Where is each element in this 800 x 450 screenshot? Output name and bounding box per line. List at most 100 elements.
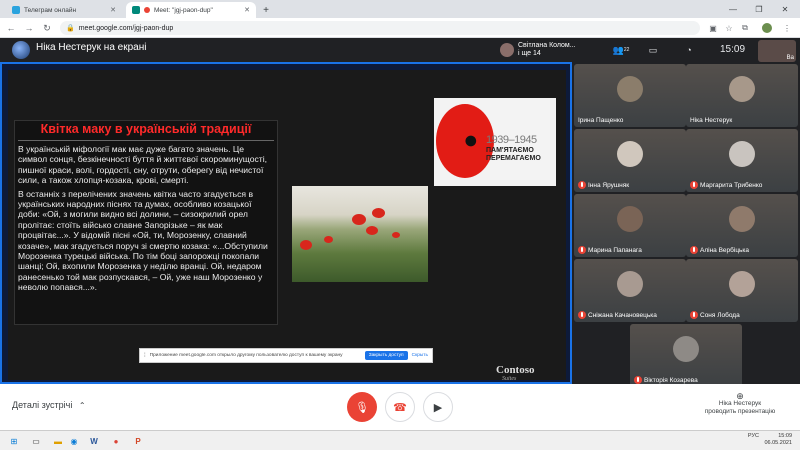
tab-label: Телеграм онлайн (24, 6, 77, 14)
forward-icon[interactable]: → (22, 21, 36, 35)
extensions-icon[interactable]: ⧉ (738, 21, 752, 35)
mic-toggle-button[interactable]: 🎙 (347, 392, 377, 422)
participant-name: Вікторія Козарева (634, 376, 698, 384)
reload-icon[interactable]: ↻ (40, 21, 54, 35)
chrome-icon[interactable]: ● (108, 433, 124, 449)
participant-name: Сніжана Качановецька (578, 311, 657, 319)
avatar (617, 76, 643, 103)
participant-name: Марина Папанага (578, 246, 642, 254)
brand-subtitle: Suites (502, 376, 517, 382)
poster-line: ПЕРЕМАГАЄМО (486, 155, 541, 162)
self-label: Ва (786, 55, 794, 61)
close-window-button[interactable]: ✕ (772, 0, 798, 18)
back-icon[interactable]: ← (4, 21, 18, 35)
mic-muted-icon (690, 246, 698, 254)
slide-body: В українській міфології мак має дуже баг… (18, 144, 274, 296)
mic-muted-icon (578, 181, 586, 189)
minimize-button[interactable]: — (720, 0, 746, 18)
presenter-status: проводить презентацію (704, 408, 776, 415)
bookmark-star-icon[interactable]: ☆ (722, 21, 736, 35)
mic-muted-icon (634, 376, 642, 384)
participant-tile[interactable]: Марина Папанага (574, 194, 686, 257)
camera-icon[interactable]: ▣ (706, 21, 720, 35)
mic-muted-icon (578, 311, 586, 319)
url-field[interactable]: 🔒 meet.google.com/jgj-paon-dup (60, 21, 700, 35)
participant-tile[interactable]: Соня Лобода (686, 259, 798, 322)
close-tab-icon[interactable]: ✕ (110, 6, 116, 14)
meeting-clock: 15:09 (720, 44, 746, 55)
meeting-details-label: Деталі зустрічі (12, 400, 73, 410)
meet-logo-icon (12, 41, 30, 59)
camera-toggle-button[interactable]: ▶ (423, 392, 453, 422)
presenter-info[interactable]: ⊕ Ніка Нестерук проводить презентацію (690, 392, 790, 416)
file-explorer-icon[interactable]: ▬ (50, 433, 66, 449)
poppy-field-photo (292, 186, 428, 282)
avatar (500, 43, 514, 57)
poster-years: 1939–1945 (486, 134, 537, 146)
avatar (729, 271, 755, 298)
participant-count: і ще 14 (518, 50, 541, 57)
participant-name: Соня Лобода (690, 311, 740, 319)
poster-line: ПАМ'ЯТАЄМО (486, 147, 534, 154)
hide-link[interactable]: Скрыть (412, 353, 428, 358)
participant-name-label: Марина Папанага (588, 246, 642, 254)
participants-summary[interactable]: Світлана Колом... і ще 14 (500, 40, 610, 60)
task-view-icon[interactable]: ▭ (28, 433, 44, 449)
mic-muted-icon (578, 246, 586, 254)
powerpoint-icon[interactable]: P (130, 433, 146, 449)
poppy-flower (352, 214, 366, 225)
screen-share-notification: ⁞ Приложение meet.google.com открыло дру… (139, 348, 433, 363)
share-notification-text: Приложение meet.google.com открыло друго… (149, 353, 343, 358)
participant-tile[interactable]: Ніка Нестерук (686, 64, 798, 127)
tab-meet[interactable]: Meet: "jgj-paon-dup" ✕ (126, 2, 256, 18)
drag-handle-icon[interactable]: ⁞ (144, 353, 146, 359)
chat-icon[interactable]: ▭ (644, 42, 662, 58)
participant-tile[interactable]: Інна Ярушняк (574, 129, 686, 192)
participant-tile[interactable]: Маргарита Трибенко (686, 129, 798, 192)
participant-name: Світлана Колом... (518, 42, 576, 49)
avatar (729, 141, 755, 168)
avatar (673, 336, 699, 363)
maximize-button[interactable]: ❐ (746, 0, 772, 18)
slide: Квітка маку в українській традиції В укр… (8, 70, 566, 382)
victory-poster: 1939–1945 ПАМ'ЯТАЄМО ПЕРЕМАГАЄМО (434, 98, 556, 186)
mic-muted-icon (690, 311, 698, 319)
poppy-flower (372, 208, 385, 218)
close-tab-icon[interactable]: ✕ (244, 6, 250, 14)
slide-paragraph: В українській міфології мак має дуже баг… (18, 144, 268, 186)
edge-icon[interactable]: ◉ (66, 433, 82, 449)
system-tray[interactable]: РУС 15:09 06.05.2021 (748, 433, 792, 447)
participant-tile[interactable]: Аліна Вербіцька (686, 194, 798, 257)
activities-icon[interactable]: ◔ (680, 42, 698, 58)
avatar (729, 76, 755, 103)
tab-telegram[interactable]: Телеграм онлайн ✕ (6, 2, 122, 18)
stop-sharing-button[interactable]: Закрыть доступ (364, 351, 408, 360)
lock-icon: 🔒 (66, 25, 75, 32)
brand-logo: Contoso (496, 364, 535, 376)
poppy-flower (392, 232, 400, 238)
participant-name: Інна Ярушняк (578, 181, 629, 189)
avatar (617, 271, 643, 298)
present-icon: ⊕ (736, 391, 744, 401)
menu-icon[interactable]: ⋮ (780, 21, 794, 35)
self-preview[interactable]: Ва (758, 40, 796, 62)
participant-name: Ніка Нестерук (690, 117, 732, 124)
participant-name-label: Вікторія Козарева (644, 376, 698, 384)
end-call-button[interactable]: ☎ (385, 392, 415, 422)
slide-paragraph: В останніх з перелічених значень квітка … (18, 188, 268, 293)
poppy-flower (366, 226, 378, 235)
poppy-flower (300, 240, 312, 250)
mic-off-icon: 🎙 (355, 401, 369, 414)
participant-tile[interactable]: Ірина Пащенко (574, 64, 686, 127)
avatar (729, 206, 755, 233)
url-text: meet.google.com/jgj-paon-dup (78, 24, 174, 32)
participant-name-label: Ірина Пащенко (578, 117, 624, 124)
profile-avatar[interactable] (760, 21, 774, 35)
meeting-details-button[interactable]: Деталі зустрічі ⌃ (12, 400, 86, 410)
participant-tile[interactable]: Сніжана Качановецька (574, 259, 686, 322)
people-icon[interactable]: 👥 22 (612, 42, 630, 58)
participant-tile[interactable]: Вікторія Козарева (630, 324, 742, 387)
new-tab-button[interactable]: + (258, 2, 274, 18)
windows-start-icon[interactable]: ⊞ (6, 433, 22, 449)
word-icon[interactable]: W (86, 433, 102, 449)
